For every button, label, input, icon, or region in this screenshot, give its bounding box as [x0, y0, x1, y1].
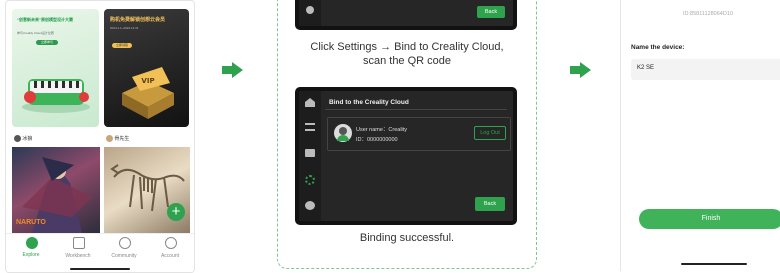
finish-button[interactable]: Finish — [639, 209, 780, 229]
device-name-input[interactable]: K2 SE — [631, 59, 780, 80]
nav-explore[interactable]: Explore — [11, 237, 51, 258]
nav-workbench[interactable]: Workbench — [58, 237, 98, 259]
membership-banner-title: 购机免费解锁创想云会员 — [110, 17, 166, 23]
account-icon — [165, 237, 177, 249]
folder-icon[interactable] — [305, 149, 315, 157]
naruto-watermark: NARUTO — [16, 219, 46, 226]
logout-button[interactable]: Log Out — [474, 126, 506, 140]
contest-join-button[interactable]: 立即参与 — [36, 40, 58, 45]
workbench-icon — [73, 237, 85, 249]
arrow-right-icon — [570, 62, 591, 78]
caption-line: Click Settings → Bind to Creality Cloud, — [310, 41, 504, 53]
nav-community[interactable]: Community — [104, 237, 144, 259]
device-name-value: K2 SE — [637, 65, 655, 71]
home-icon[interactable] — [305, 98, 315, 107]
title-divider — [325, 109, 507, 110]
arrow-right-icon — [222, 62, 243, 78]
contest-banner-title: “创意新未来”原创模型设计大赛 — [17, 17, 73, 22]
device-id: ID:85811128064D10 — [683, 11, 733, 17]
printer-steps-panel: Back Click Settings → Bind to Creality C… — [277, 0, 537, 269]
add-post-button[interactable]: + — [167, 203, 185, 221]
step-caption-scan: Click Settings → Bind to Creality Cloud,… — [278, 40, 536, 68]
cloud-icon — [306, 6, 314, 14]
printer-screen-bound: Bind to the Creality Cloud User name：Cre… — [295, 87, 517, 225]
nav-label: Community — [111, 253, 137, 259]
app-screenshot-name-device: ID:85811128064D10 Name the device: K2 SE… — [620, 0, 780, 271]
printer-sidebar — [299, 0, 321, 26]
settings-icon[interactable] — [305, 175, 315, 185]
user-name: User name：Creality — [356, 127, 408, 133]
explore-icon — [26, 237, 38, 249]
home-indicator — [70, 268, 130, 270]
printer-sidebar — [299, 91, 321, 221]
membership-claim-button[interactable]: 立即领取 — [112, 43, 132, 48]
nav-label: Explore — [22, 252, 40, 258]
community-icon — [119, 237, 131, 249]
home-indicator — [681, 263, 747, 265]
adjust-icon[interactable] — [305, 123, 315, 131]
feed-username: 骨先生 — [114, 136, 130, 142]
vip-gift-box-illustration: VIP — [122, 67, 174, 119]
back-button[interactable]: Back — [475, 197, 505, 211]
step-caption-success: Binding successful. — [359, 232, 455, 244]
contest-banner[interactable]: “创意新未来”原创模型设计大赛 参与Creality Cloud设计比赛 立即参… — [12, 9, 99, 127]
nav-label: Workbench — [65, 253, 91, 259]
printer-screen-qr: Back — [295, 0, 517, 30]
membership-banner[interactable]: 购机免费解锁创想云会员 2024.1.1~2024.12.31 立即领取 VIP — [104, 9, 189, 127]
feed-username: 冰狼 — [22, 136, 33, 142]
contest-banner-subtitle: 参与Creality Cloud设计比赛 — [17, 31, 54, 35]
membership-banner-date: 2024.1.1~2024.12.31 — [110, 26, 139, 30]
feed-image-figure[interactable]: NARUTO — [12, 147, 100, 233]
feed-user-left[interactable]: 冰狼 — [14, 135, 32, 143]
caption-line: scan the QR code — [362, 55, 452, 67]
feed-image-dinosaur[interactable]: + — [104, 147, 190, 233]
user-id: ID：0000000000 — [356, 137, 398, 143]
avatar — [106, 135, 113, 143]
app-screenshot-explore: “创意新未来”原创模型设计大赛 参与Creality Cloud设计比赛 立即参… — [5, 0, 195, 273]
nav-account[interactable]: Account — [150, 237, 190, 259]
vip-badge: VIP — [141, 77, 154, 85]
bind-title: Bind to the Creality Cloud — [329, 99, 409, 106]
bottom-nav: Explore Workbench Community Account — [6, 233, 194, 272]
cloud-icon[interactable] — [305, 201, 315, 210]
printed-model-illustration — [22, 79, 90, 113]
avatar — [14, 135, 21, 143]
name-device-label: Name the device: — [631, 44, 685, 51]
user-card: User name：Creality ID：0000000000 Log Out — [327, 117, 511, 151]
feed-user-right[interactable]: 骨先生 — [106, 135, 129, 143]
user-avatar-icon — [334, 124, 352, 142]
back-button[interactable]: Back — [477, 6, 505, 18]
nav-label: Account — [160, 253, 180, 259]
